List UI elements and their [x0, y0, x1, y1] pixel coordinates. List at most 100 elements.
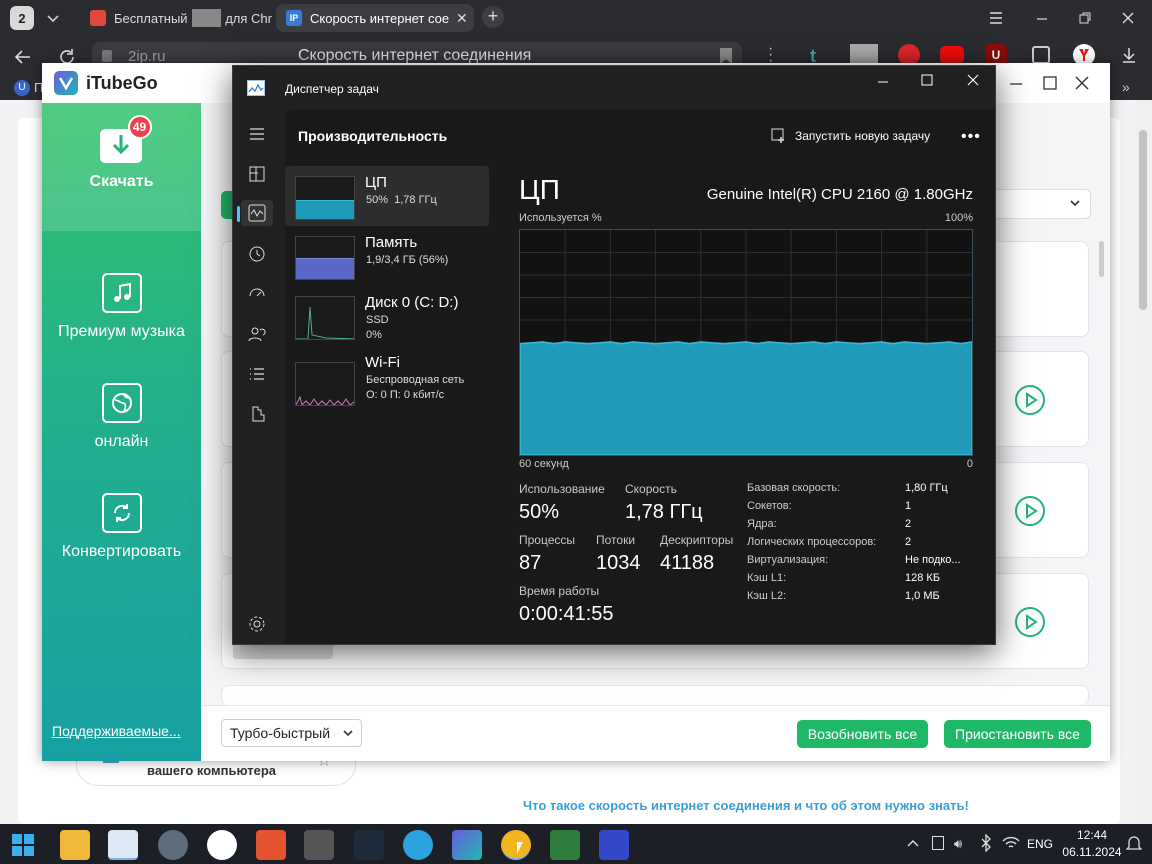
youtube-icon[interactable] [940, 46, 964, 64]
hamburger-icon[interactable] [247, 124, 267, 144]
new-tab-icon[interactable]: + [482, 6, 504, 28]
tm-maximize-icon[interactable] [919, 72, 935, 88]
archiver-icon[interactable] [304, 830, 334, 860]
save-disk-icon[interactable] [599, 830, 629, 860]
speed-value: 1,78 ГГц [625, 501, 703, 523]
close-window-icon[interactable] [1120, 10, 1136, 26]
itubego-title: iTubeGo [86, 73, 158, 93]
spec-key: Виртуализация: [747, 554, 829, 566]
run-new-task-button[interactable]: Запустить новую задачу [771, 126, 930, 146]
music-icon [101, 273, 142, 313]
page-scrollbar[interactable] [1136, 100, 1150, 824]
start-button-icon[interactable] [12, 834, 34, 856]
nav-label: Конвертировать [61, 543, 182, 560]
tab-free[interactable]: Бесплатный для Chr [80, 4, 272, 32]
close-tab-icon[interactable]: ✕ [456, 10, 468, 27]
language-indicator[interactable]: ENG [1027, 837, 1053, 851]
bookmark-u-icon[interactable]: U [14, 80, 30, 96]
resume-all-button[interactable]: Возобновить все [797, 720, 928, 748]
performance-icon[interactable] [241, 200, 273, 226]
nav-download[interactable]: 49 Скачать [42, 103, 201, 231]
speed-select[interactable]: Турбо-быстрый [221, 719, 362, 747]
yandex-browser-icon[interactable] [207, 830, 237, 860]
more-options-icon[interactable]: ••• [961, 128, 981, 146]
tm-close-icon[interactable] [965, 72, 981, 88]
nav-premium-music[interactable]: Премиум музыка [42, 273, 201, 341]
services-icon[interactable] [247, 404, 267, 424]
power-app-icon[interactable] [256, 830, 286, 860]
play-icon[interactable] [1014, 384, 1046, 416]
spec-row: Базовая скорость: 1,80 ГГц [747, 482, 987, 500]
tab-counter-button[interactable]: 2 [10, 6, 34, 30]
details-icon[interactable] [247, 364, 267, 384]
device-detail-2: О: 0 П: 0 кбит/с [366, 389, 445, 401]
device-detail: 1,9/3,4 ГБ (56%) [366, 254, 449, 266]
file-explorer-icon[interactable] [60, 830, 90, 860]
threads-value: 1034 [596, 552, 641, 574]
spec-key: Логических процессоров: [747, 536, 877, 548]
app-history-icon[interactable] [247, 244, 267, 264]
processes-value: 87 [519, 552, 542, 574]
cpu-graph [519, 229, 973, 456]
settings-icon[interactable] [247, 614, 267, 634]
downloads-icon[interactable] [1120, 46, 1138, 64]
spec-key: Кэш L2: [747, 590, 787, 602]
usage-label: Использование [519, 482, 605, 496]
minimize-icon[interactable] [1034, 10, 1050, 26]
aimp-icon[interactable] [501, 830, 531, 860]
cpu-heading: ЦП [519, 174, 560, 205]
hw-monitor-icon[interactable] [550, 830, 580, 860]
tabs-dropdown-icon[interactable] [44, 9, 62, 27]
spec-row: Сокетов: 1 [747, 500, 987, 518]
play-icon[interactable] [1014, 495, 1046, 527]
supported-sites-link[interactable]: Поддерживаемые... [52, 723, 181, 739]
lock-icon [102, 50, 112, 62]
telegram-icon[interactable] [403, 830, 433, 860]
itubego-minimize-icon[interactable] [1008, 75, 1024, 91]
clock-date[interactable]: 06.11.2024 [1062, 845, 1122, 859]
nav-online[interactable]: онлайн [42, 383, 201, 451]
task-manager-taskbar-icon[interactable] [108, 830, 138, 860]
startup-apps-icon[interactable] [247, 284, 267, 304]
itubego-maximize-icon[interactable] [1042, 75, 1058, 91]
processes-icon[interactable] [247, 164, 267, 184]
more-icon[interactable]: · · · [768, 41, 773, 69]
task-manager-app-icon [247, 80, 265, 96]
battery-tray-icon[interactable] [932, 836, 944, 850]
bookmarks-overflow-icon[interactable]: » [1122, 79, 1130, 95]
play-icon[interactable] [1014, 606, 1046, 638]
itubego-taskbar-icon[interactable] [452, 830, 482, 860]
itubego-sidebar: 49 Скачать Премиум музыка онлайн Конверт… [42, 103, 201, 761]
graph-zero-label: 0 [966, 458, 973, 470]
globe-app-icon[interactable] [158, 830, 188, 860]
extensions-icon[interactable] [1032, 46, 1050, 64]
browser-menu-icon[interactable] [988, 10, 1004, 26]
users-icon[interactable] [247, 324, 267, 344]
wifi-tray-icon[interactable] [1002, 836, 1020, 850]
device-memory[interactable]: Память 1,9/3,4 ГБ (56%) [285, 226, 489, 286]
tm-minimize-icon[interactable] [875, 74, 891, 90]
notifications-icon[interactable] [1126, 834, 1142, 852]
spec-key: Ядра: [747, 518, 777, 530]
nav-convert[interactable]: Конвертировать [42, 493, 201, 561]
nav-label: Скачать [89, 173, 154, 190]
memory-thumbnail [295, 236, 355, 280]
spec-value: 1,80 ГГц [905, 482, 948, 494]
spec-key: Кэш L1: [747, 572, 787, 584]
restore-icon[interactable] [1077, 10, 1093, 26]
volume-tray-icon[interactable]: 🔊︎ [954, 836, 962, 852]
task-manager-titlebar: Диспетчер задач [233, 66, 995, 110]
clock-time[interactable]: 12:44 [1062, 828, 1122, 842]
device-disk[interactable]: Диск 0 (C: D:) SSD 0% [285, 286, 489, 346]
bluetooth-tray-icon[interactable] [980, 834, 992, 852]
tab-speed-test[interactable]: IP Скорость интернет сое ✕ [276, 4, 474, 32]
itubego-scrollbar[interactable] [1099, 241, 1104, 277]
itubego-close-icon[interactable] [1074, 75, 1090, 91]
dark-app-icon[interactable] [354, 830, 384, 860]
tray-overflow-icon[interactable] [906, 836, 920, 850]
page-article-link[interactable]: Что такое скорость интернет соединения и… [523, 798, 969, 813]
device-cpu[interactable]: ЦП 50% 1,78 ГГц [285, 166, 489, 226]
device-wifi[interactable]: Wi-Fi Беспроводная сеть О: 0 П: 0 кбит/с [285, 352, 489, 412]
pause-all-button[interactable]: Приостановить все [944, 720, 1091, 748]
back-icon[interactable] [14, 48, 32, 66]
